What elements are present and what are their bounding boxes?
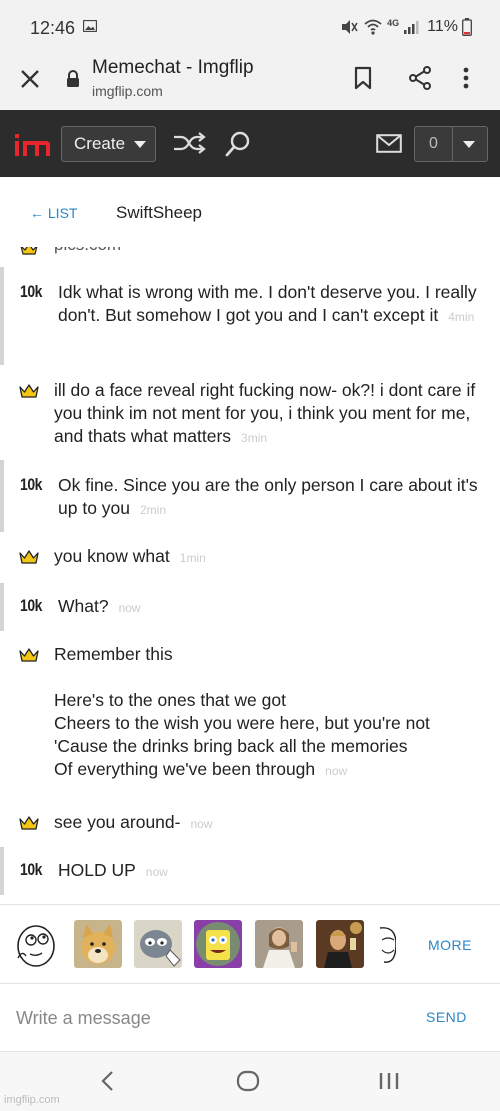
crown-icon: [19, 384, 39, 403]
create-dropdown-button[interactable]: Create: [61, 126, 156, 162]
page-url[interactable]: imgflip.com: [92, 83, 163, 99]
page-title: Memechat - Imgflip: [92, 57, 254, 78]
message-text: HOLD UP now: [58, 859, 490, 884]
wifi-icon: [364, 19, 382, 35]
chat-message: you know what 1min: [0, 535, 500, 577]
message-body: Ok fine. Since you are the only person I…: [58, 475, 483, 518]
message-timestamp: now: [145, 865, 168, 879]
chat-message: 10k Ok fine. Since you are the only perso…: [0, 460, 500, 532]
chat-message: 10k Idk what is wrong with me. I don't de…: [0, 267, 500, 365]
network-type-label: 4G: [387, 18, 400, 28]
compose-bar: SEND: [0, 984, 500, 1052]
message-body: see you around-: [54, 812, 181, 832]
chevron-down-icon: [463, 141, 475, 148]
message-body: Remember this Here's to the ones that we…: [54, 644, 430, 779]
recent-apps-icon[interactable]: [378, 1072, 400, 1090]
chat-message: see you around-now: [0, 799, 500, 841]
message-text: Ok fine. Since you are the only person I…: [58, 474, 490, 522]
status-bar: 12:46 4G 11%: [0, 0, 500, 50]
gallery-notification-icon: [83, 20, 97, 32]
user-points-badge[interactable]: 10k: [20, 596, 42, 616]
message-timestamp: 1min: [179, 551, 206, 565]
search-icon[interactable]: [224, 130, 252, 158]
imgflip-logo[interactable]: [12, 130, 52, 160]
message-timestamp: 3min: [241, 431, 268, 445]
share-icon[interactable]: [408, 66, 432, 90]
more-vert-icon[interactable]: [462, 66, 470, 90]
meme-troll-face[interactable]: [376, 920, 396, 968]
meme-buddy-christ[interactable]: [255, 920, 303, 968]
mute-icon: [342, 20, 358, 34]
crown-icon: [19, 816, 39, 835]
message-input[interactable]: [16, 1000, 396, 1036]
message-body: you know what: [54, 546, 170, 566]
back-icon[interactable]: [100, 1070, 116, 1092]
message-text: see you around-now: [54, 811, 486, 836]
close-icon[interactable]: [18, 67, 42, 91]
more-memes-button[interactable]: MORE: [428, 937, 472, 953]
user-points-badge[interactable]: 10k: [20, 860, 42, 880]
chat-header: ← LIST SwiftSheep: [0, 177, 500, 247]
user-points-badge[interactable]: 10k: [20, 475, 42, 495]
meme-imagination-spongebob[interactable]: [194, 920, 242, 968]
chat-message: 10k What? now: [0, 583, 500, 631]
notification-count: 0: [415, 127, 453, 161]
status-indicators: 4G 11%: [339, 16, 472, 38]
chat-message: 10k HOLD UP now: [0, 847, 500, 895]
cut-off-message: pics.com: [54, 247, 121, 255]
meme-leonardo-toast[interactable]: [316, 920, 364, 968]
message-text: Remember this Here's to the ones that we…: [54, 643, 486, 783]
message-timestamp: 4min: [448, 310, 475, 324]
back-to-list-link[interactable]: ← LIST: [30, 205, 77, 221]
user-points-badge[interactable]: 10k: [20, 282, 42, 302]
message-timestamp: now: [118, 601, 141, 615]
battery-percent: 11%: [427, 18, 458, 35]
create-label: Create: [74, 134, 126, 153]
message-list[interactable]: pics.com 10k Idk what is wrong with me. I…: [0, 247, 500, 904]
signal-icon: [404, 21, 419, 34]
chat-message: ill do a face reveal right fucking now- …: [0, 365, 500, 455]
site-nav: Create 0: [0, 110, 500, 177]
send-button[interactable]: SEND: [426, 1009, 467, 1025]
chevron-down-icon: [134, 141, 146, 148]
message-body: What?: [58, 596, 109, 616]
message-timestamp: now: [190, 817, 213, 831]
crown-icon: [19, 648, 39, 667]
battery-icon: [462, 18, 472, 36]
message-body: HOLD UP: [58, 860, 136, 880]
message-body: Idk what is wrong with me. I don't deser…: [58, 282, 482, 325]
message-text: you know what 1min: [54, 545, 486, 570]
chat-message: Remember this Here's to the ones that we…: [0, 631, 500, 797]
meme-thinking-rage-face[interactable]: [12, 920, 60, 968]
meme-unsettled-tom[interactable]: [134, 920, 182, 968]
bookmark-icon[interactable]: [352, 66, 374, 90]
shuffle-icon[interactable]: [172, 132, 206, 154]
message-text: ill do a face reveal right fucking now- …: [54, 379, 486, 450]
lock-icon: [67, 70, 79, 87]
status-time: 12:46: [30, 18, 76, 38]
message-text: Idk what is wrong with me. I don't deser…: [58, 281, 490, 329]
crown-icon: [20, 247, 38, 255]
imgflip-watermark: imgflip.com: [4, 1094, 60, 1106]
message-text: What? now: [58, 595, 490, 620]
message-body: ill do a face reveal right fucking now- …: [54, 380, 481, 446]
crown-icon: [19, 550, 39, 569]
browser-toolbar: Memechat - Imgflip imgflip.com: [0, 50, 500, 110]
message-timestamp: 2min: [140, 503, 167, 517]
meme-picker: MORE: [0, 904, 500, 984]
meme-doge[interactable]: [74, 920, 122, 968]
message-timestamp: now: [325, 764, 348, 778]
home-icon[interactable]: [236, 1070, 260, 1092]
notifications-dropdown[interactable]: 0: [414, 126, 488, 162]
android-navigation-bar: [0, 1052, 500, 1111]
mail-icon[interactable]: [376, 134, 402, 153]
chat-username[interactable]: SwiftSheep: [116, 203, 202, 223]
